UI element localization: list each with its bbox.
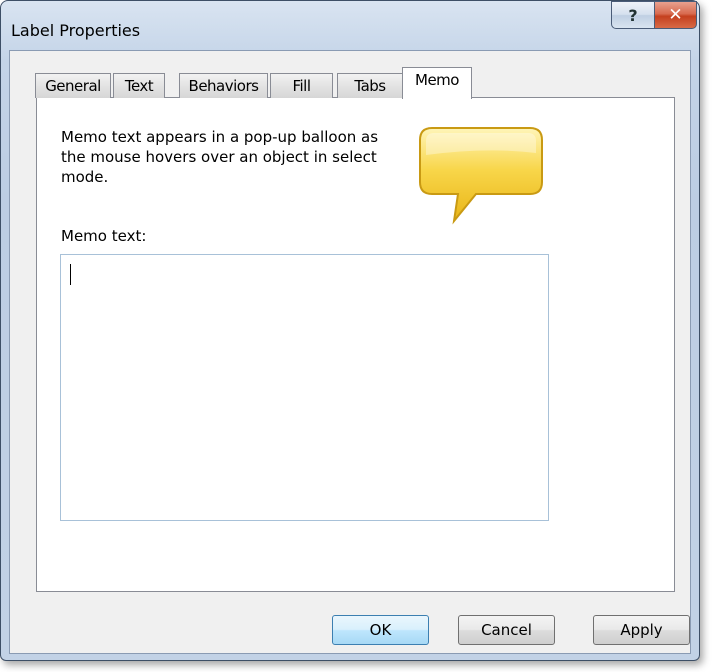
speech-balloon-icon	[419, 127, 543, 225]
tab-behaviors[interactable]: Behaviors	[179, 73, 268, 98]
text-caret	[70, 264, 71, 285]
window-title: Label Properties	[11, 21, 141, 40]
apply-button[interactable]: Apply	[593, 615, 690, 645]
memo-text-input[interactable]	[60, 254, 549, 521]
tab-text[interactable]: Text	[113, 73, 165, 98]
tab-fill[interactable]: Fill	[270, 73, 333, 98]
cancel-button[interactable]: Cancel	[458, 615, 555, 645]
ok-button[interactable]: OK	[332, 615, 429, 645]
help-icon: ?	[628, 5, 638, 25]
close-icon: ✕	[668, 5, 683, 25]
close-button[interactable]: ✕	[654, 1, 697, 29]
memo-description: Memo text appears in a pop-up balloon as…	[61, 128, 379, 186]
tab-memo[interactable]: Memo	[402, 67, 472, 99]
help-button[interactable]: ?	[611, 1, 654, 29]
memo-text-label: Memo text:	[61, 227, 147, 245]
tab-tabs[interactable]: Tabs	[337, 73, 403, 98]
tab-general[interactable]: General	[35, 73, 111, 98]
